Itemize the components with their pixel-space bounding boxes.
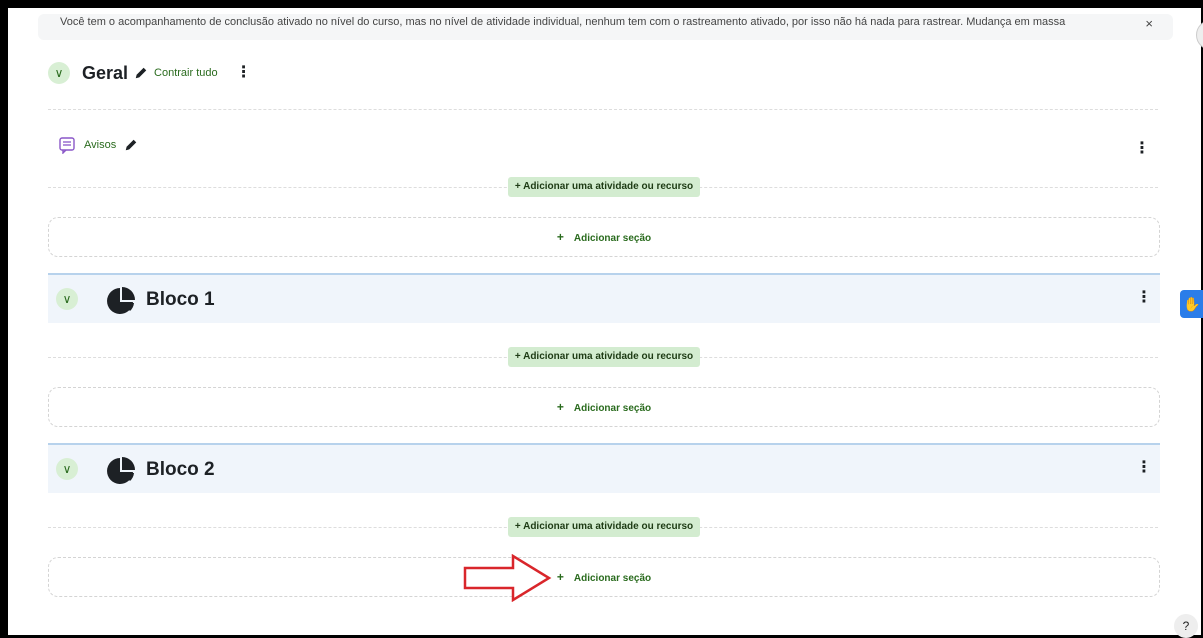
annotation-arrow-icon (463, 554, 552, 602)
add-activity-button[interactable]: + Adicionar uma atividade ou recurso (508, 517, 700, 537)
section-title: Geral (82, 62, 129, 83)
activity-item[interactable]: Avisos (58, 136, 138, 154)
divider (48, 109, 1158, 110)
drawer-toggle[interactable] (1196, 20, 1203, 50)
notice-text: Você tem o acompanhamento de conclusão a… (60, 16, 1066, 28)
add-section-box: + Adicionar seção (48, 217, 1160, 257)
activity-menu-icon[interactable]: ⋮ (1134, 138, 1150, 158)
plus-icon: + (556, 570, 564, 584)
chevron-down-icon[interactable]: ∨ (56, 288, 78, 310)
pencil-icon[interactable] (134, 66, 148, 80)
sign-language-icon[interactable]: ✋ (1180, 290, 1203, 318)
add-section-label: Adicionar seção (573, 573, 652, 584)
pie-chart-icon (107, 457, 135, 484)
add-section-label: Adicionar seção (573, 233, 652, 244)
add-section-button[interactable]: + Adicionar seção (49, 570, 1159, 584)
forum-icon (59, 137, 75, 154)
section-header-bloco-2: ∨ Bloco 2 ⋮ (48, 443, 1160, 493)
plus-icon: + (556, 230, 564, 244)
plus-icon: + (556, 400, 564, 414)
section-header-bloco-1: ∨ Bloco 1 ⋮ (48, 273, 1160, 323)
add-section-button[interactable]: + Adicionar seção (49, 400, 1159, 414)
section-title: Bloco 2 (146, 459, 215, 480)
chevron-down-icon[interactable]: ∨ (56, 458, 78, 480)
page-frame: Você tem o acompanhamento de conclusão a… (0, 0, 1203, 638)
completion-notice: Você tem o acompanhamento de conclusão a… (38, 14, 1173, 40)
section-menu-icon[interactable]: ⋮ (236, 65, 252, 81)
chevron-down-icon[interactable]: ∨ (48, 62, 70, 84)
general-section-header: ∨ Geral Contrair tudo ⋮ (48, 62, 252, 84)
collapse-all-link[interactable]: Contrair tudo (154, 67, 218, 79)
pie-chart-icon (107, 287, 135, 314)
section-menu-icon[interactable]: ⋮ (1136, 457, 1152, 477)
add-section-label: Adicionar seção (573, 403, 652, 414)
add-section-box: + Adicionar seção (48, 387, 1160, 427)
pencil-icon[interactable] (124, 138, 138, 152)
add-activity-button[interactable]: + Adicionar uma atividade ou recurso (508, 347, 700, 367)
add-section-button[interactable]: + Adicionar seção (49, 230, 1159, 244)
close-icon[interactable]: × (1145, 16, 1153, 31)
section-menu-icon[interactable]: ⋮ (1136, 287, 1152, 307)
section-title: Bloco 1 (146, 289, 215, 310)
add-activity-button[interactable]: + Adicionar uma atividade ou recurso (508, 177, 700, 197)
activity-label[interactable]: Avisos (84, 139, 116, 151)
help-button[interactable]: ? (1174, 614, 1198, 638)
add-section-box: + Adicionar seção (48, 557, 1160, 597)
